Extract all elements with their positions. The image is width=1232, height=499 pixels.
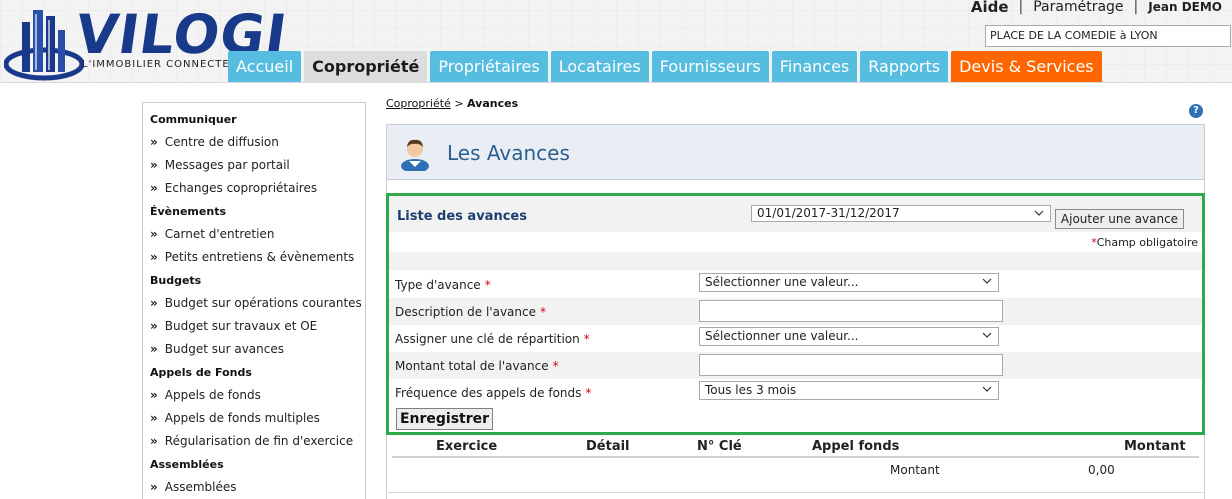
period-select[interactable]: 01/01/2017-31/12/2017 [751,205,1051,222]
sidebar-item-budget-travaux[interactable]: » Budget sur travaux et OE [143,319,365,342]
sidebar-item-budget-avances[interactable]: » Budget sur avances [143,342,365,365]
total-label: Montant [890,463,940,477]
tab-copropriete[interactable]: Copropriété [304,51,428,83]
montant-input[interactable] [699,354,1003,376]
column-header-appel-fonds[interactable]: Appel fonds [812,439,899,454]
main-nav: Accueil Copropriété Propriétaires Locataire… [228,51,1105,83]
save-button[interactable]: Enregistrer [396,408,493,430]
cle-select-value: Sélectionner une valeur... [705,329,859,343]
top-link-separator: | [1018,0,1024,15]
tab-accueil[interactable]: Accueil [228,51,302,83]
table-divider [388,492,1203,493]
frequence-label: Fréquence des appels de fonds * [395,386,592,400]
header: VILOGI L'IMMOBILIER CONNECTÉ Aide | Paramé… [0,0,1232,83]
top-links: Aide | Paramétrage | Jean DEMO [971,0,1222,16]
page-title: Les Avances [447,141,570,165]
type-select-value: Sélectionner une valeur... [705,275,859,289]
sidebar-item-appels-multiples[interactable]: » Appels de fonds multiples [143,411,365,434]
top-link-separator: | [1133,0,1139,15]
sidebar-section-communiquer: Communiquer [150,113,237,126]
breadcrumb-link-copropriete[interactable]: Copropriété [386,97,451,110]
settings-link[interactable]: Paramétrage [1033,0,1123,14]
sidebar-section-evenements: Évènements [150,205,226,218]
form-spacer [389,252,1202,270]
form-row-cle: Assigner une clé de répartition * Sélecti… [389,325,1202,352]
required-note: *Champ obligatoire [1091,236,1198,249]
sidebar: Communiquer » Centre de diffusion » Messag… [142,102,366,499]
cle-select[interactable]: Sélectionner une valeur... [699,327,999,346]
sidebar-item-petits-entretiens[interactable]: » Petits entretiens & évènements [143,250,365,273]
chevron-down-icon [982,278,992,284]
advances-form-section: Liste des avances 01/01/2017-31/12/2017 … [386,193,1205,435]
page-header: Les Avances [386,124,1205,180]
sidebar-item-budget-courantes[interactable]: » Budget sur opérations courantes [143,296,365,319]
breadcrumb: Copropriété > Avances [386,97,518,110]
table-row: Montant 0,00 [392,461,1199,481]
sidebar-item-centre-diffusion[interactable]: » Centre de diffusion [143,135,365,158]
chevron-down-icon [1034,210,1044,216]
list-header: Liste des avances 01/01/2017-31/12/2017 … [389,196,1202,232]
tab-devis-services[interactable]: Devis & Services [951,51,1102,83]
user-avatar-icon [401,139,429,171]
sidebar-section-appels-fonds: Appels de Fonds [150,366,252,379]
tab-fournisseurs[interactable]: Fournisseurs [651,51,769,83]
building-logo-icon [4,10,84,81]
frequence-select-value: Tous les 3 mois [705,383,797,397]
add-advance-button[interactable]: Ajouter une avance [1055,209,1184,229]
chevron-down-icon [982,386,992,392]
description-input[interactable] [699,300,1003,322]
header-divider [0,82,1232,83]
breadcrumb-separator: > [454,97,464,110]
user-name[interactable]: Jean DEMO [1148,0,1222,14]
sidebar-item-regularisation[interactable]: » Régularisation de fin d'exercice [143,434,365,457]
sidebar-section-assemblees: Assemblées [150,458,224,471]
column-header-detail[interactable]: Détail [586,439,630,454]
form-row-description: Description de l'avance * [389,298,1202,325]
column-header-exercice[interactable]: Exercice [436,439,497,454]
tab-finances[interactable]: Finances [771,51,858,83]
cle-label: Assigner une clé de répartition * [395,332,590,346]
column-header-montant[interactable]: Montant [1124,439,1186,454]
building-selector[interactable]: PLACE DE LA COMEDIE à LYON [985,25,1231,47]
sidebar-item-appels-fonds[interactable]: » Appels de fonds [143,388,365,411]
form-row-frequence: Fréquence des appels de fonds * Tous les … [389,379,1202,406]
sidebar-section-budgets: Budgets [150,274,202,287]
breadcrumb-current: Avances [467,97,519,110]
tab-proprietaires[interactable]: Propriétaires [430,51,548,83]
sidebar-item-echanges[interactable]: » Echanges copropriétaires [143,181,365,204]
total-value: 0,00 [1088,463,1115,477]
column-header-cle[interactable]: N° Clé [697,439,742,454]
chevron-down-icon [982,332,992,338]
description-label: Description de l'avance * [395,305,546,319]
sidebar-item-messages-portail[interactable]: » Messages par portail [143,158,365,181]
tab-locataires[interactable]: Locataires [550,51,649,83]
help-link[interactable]: Aide [971,0,1009,15]
form-row-montant: Montant total de l'avance * [389,352,1202,379]
help-icon[interactable]: ? [1189,104,1203,118]
list-title: Liste des avances [397,209,527,224]
sidebar-item-assemblees[interactable]: » Assemblées [143,480,365,499]
period-select-value: 01/01/2017-31/12/2017 [757,206,900,220]
type-label: Type d'avance * [395,278,491,292]
sidebar-item-carnet-entretien[interactable]: » Carnet d'entretien [143,227,365,250]
vilogi-logo[interactable]: VILOGI L'IMMOBILIER CONNECTÉ [4,3,291,82]
montant-label: Montant total de l'avance * [395,359,559,373]
form-row-type: Type d'avance * Sélectionner une valeur..… [389,271,1202,298]
frequence-select[interactable]: Tous les 3 mois [699,381,999,400]
tab-rapports[interactable]: Rapports [860,51,949,83]
advances-table-header: Exercice Détail N° Clé Appel fonds Monta… [392,438,1199,458]
type-select[interactable]: Sélectionner une valeur... [699,273,999,292]
